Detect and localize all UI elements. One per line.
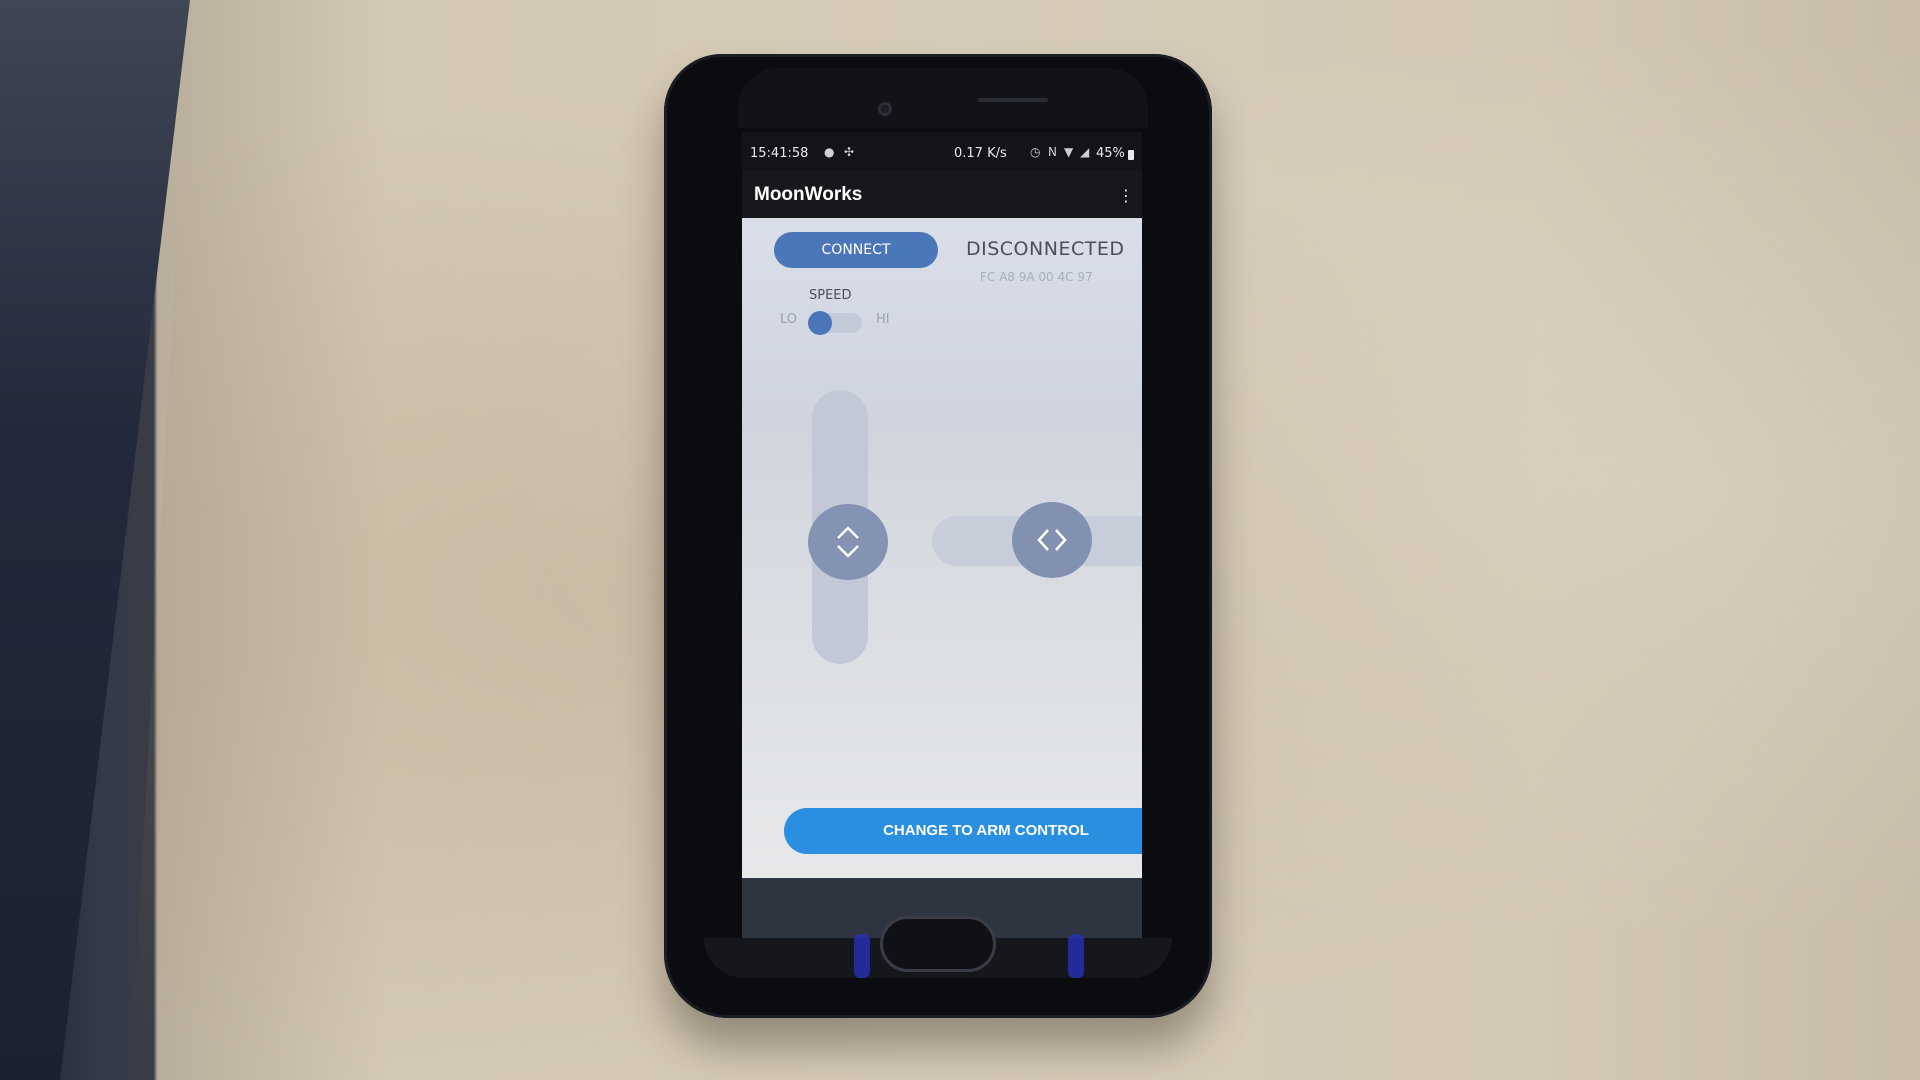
overflow-menu-icon[interactable]: ⋮ [1118, 186, 1134, 206]
network-speed: 0.17 K/s [954, 146, 1007, 161]
status-bar: 15:41:58 ● ✣ 0.17 K/s ◷ N ▼ ◢ 45% [742, 132, 1142, 170]
phone-body: 15:41:58 ● ✣ 0.17 K/s ◷ N ▼ ◢ 45% MoonWo… [664, 54, 1212, 1018]
speed-toggle[interactable] [808, 311, 862, 335]
battery-percent: 45% [1096, 146, 1125, 161]
phone-screen: 15:41:58 ● ✣ 0.17 K/s ◷ N ▼ ◢ 45% MoonWo… [742, 132, 1142, 938]
signal-icon: ◢ [1080, 145, 1090, 159]
capacitive-key-left [854, 934, 870, 978]
speed-toggle-thumb[interactable] [808, 311, 832, 335]
horizontal-slider-knob[interactable] [1012, 502, 1092, 578]
speed-lo-label: LO [780, 312, 798, 327]
phone-top-bezel [738, 68, 1148, 128]
change-to-arm-control-button[interactable]: CHANGE TO ARM CONTROL [784, 808, 1142, 854]
earpiece [978, 98, 1048, 102]
wifi-icon: ▼ [1064, 145, 1074, 159]
vertical-slider-knob[interactable] [808, 504, 888, 580]
app-title: MoonWorks [754, 184, 863, 205]
app-notification-icon: ✣ [844, 145, 855, 159]
alarm-icon: ◷ [1030, 145, 1041, 159]
left-right-chevrons-icon [1037, 529, 1067, 551]
chat-notification-icon: ● [824, 145, 835, 159]
up-down-chevrons-icon [837, 526, 859, 558]
connection-status: DISCONNECTED [966, 238, 1125, 260]
main-content: CONNECT DISCONNECTED FC A8 9A 00 4C 97 S… [742, 218, 1142, 878]
capacitive-key-right [1068, 934, 1084, 978]
nfc-icon: N [1048, 145, 1057, 159]
home-button[interactable] [880, 916, 996, 972]
status-time: 15:41:58 [750, 146, 809, 161]
speed-label: SPEED [809, 288, 852, 303]
speed-hi-label: HI [876, 312, 890, 327]
app-bar: MoonWorks ⋮ [742, 170, 1142, 218]
front-camera-icon [878, 102, 892, 116]
battery-icon [1128, 150, 1134, 160]
photo-scene: 15:41:58 ● ✣ 0.17 K/s ◷ N ▼ ◢ 45% MoonWo… [0, 0, 1920, 1080]
connect-button[interactable]: CONNECT [774, 232, 938, 268]
device-mac-address: FC A8 9A 00 4C 97 [980, 270, 1093, 284]
